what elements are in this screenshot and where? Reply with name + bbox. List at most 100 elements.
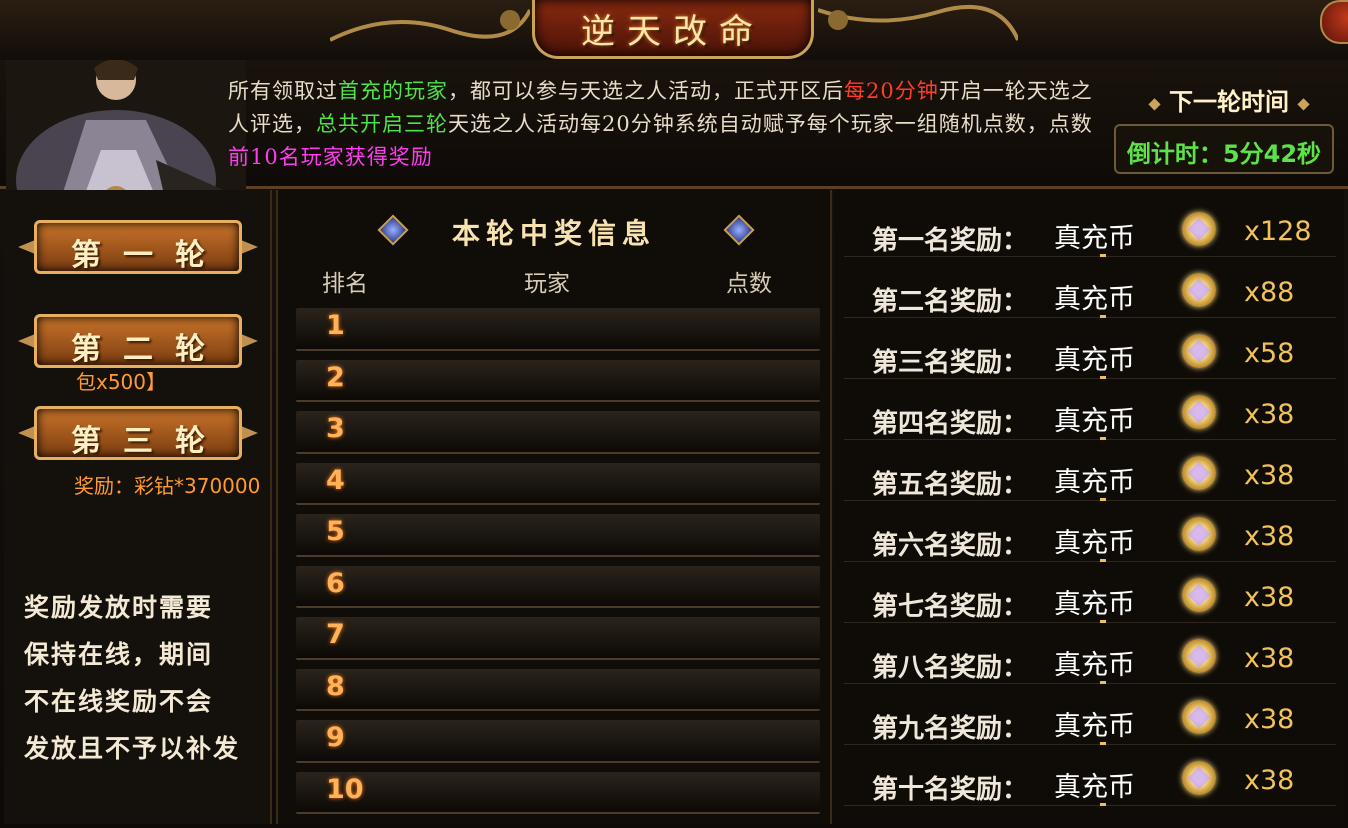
coin-icon[interactable] [1182, 273, 1216, 307]
reward-rank-label: 第一名奖励： [872, 226, 1029, 256]
ranking-row: 8 [296, 665, 820, 717]
reward-quantity: x38 [1244, 460, 1295, 491]
row-background [296, 462, 820, 505]
reward-row: 第十名奖励： 真充币 x38 [844, 745, 1336, 806]
reward-row: 第三名奖励： 真充币 x58 [844, 318, 1336, 379]
event-window: 逆天改命 所有领取过首充的玩家，都可以参与天选之人活动，正式开区后每20分钟开启… [0, 0, 1348, 828]
reward-quantity: x38 [1244, 399, 1295, 430]
rank-number: 10 [326, 773, 364, 805]
row-background [296, 359, 820, 402]
reward-quantity: x38 [1244, 765, 1295, 796]
reward-row: 第八名奖励： 真充币 x38 [844, 623, 1336, 684]
close-button[interactable] [1320, 0, 1348, 44]
round-3-button[interactable]: 第三轮 [18, 400, 258, 466]
reward-item-name: 真充币 [1054, 467, 1135, 498]
overflow-text: 包x500】 [76, 370, 167, 394]
row-background [296, 720, 820, 763]
notice-text: 奖励发放时需要 保持在线，期间 不在线奖励不会 发放且不予以补发 [24, 584, 264, 772]
notice-line: 不在线奖励不会 [24, 687, 214, 716]
reward-item-name: 真充币 [1054, 345, 1135, 376]
reward-row: 第六名奖励： 真充币 x38 [844, 501, 1336, 562]
right-ornament-icon [818, 4, 1018, 41]
window-title: 逆天改命 [581, 12, 765, 52]
rank-number: 6 [326, 567, 345, 599]
rank-number: 4 [326, 464, 345, 496]
reward-rank-label: 第六名奖励： [872, 531, 1029, 561]
reward-row: 第二名奖励： 真充币 x88 [844, 257, 1336, 318]
rank-number: 2 [326, 361, 345, 393]
ranking-row: 4 [296, 459, 820, 511]
rank-number: 7 [326, 619, 345, 650]
coin-icon[interactable] [1182, 456, 1216, 490]
ranking-row: 7 [296, 613, 820, 665]
description-segment: 每20分钟 [844, 79, 939, 103]
rank-number: 1 [326, 310, 345, 341]
coin-icon[interactable] [1182, 212, 1216, 246]
column-player: 玩家 [524, 271, 570, 297]
reward-quantity: x38 [1244, 582, 1295, 613]
diamond-icon: ◆ [1297, 93, 1310, 113]
reward-quantity: x38 [1244, 704, 1295, 735]
left-ornament-icon [330, 9, 530, 42]
column-rank: 排名 [322, 271, 368, 297]
reward-item-name: 真充币 [1054, 711, 1135, 742]
notice-line: 奖励发放时需要 [24, 593, 214, 622]
overflow-text: 奖励：彩钻*370000 [74, 474, 261, 498]
rewards-panel: 第一名奖励： 真充币 x128 第二名奖励： 真充币 x88 第三名奖励： 真充币 x58 第四名… [834, 190, 1344, 824]
reward-rank-label: 第七名奖励： [872, 592, 1029, 622]
round-2-label: 第二轮 [71, 332, 227, 367]
rank-number: 5 [326, 516, 345, 547]
description-segment: 天选之人活动每20分钟系统自动赋予每个玩家一组随机点数，点数 [448, 112, 1093, 136]
description-segment: 所有领取过 [228, 79, 338, 103]
ranking-row: 1 [296, 304, 820, 356]
reward-item-name: 真充币 [1054, 223, 1135, 254]
reward-item-name: 真充币 [1054, 772, 1135, 803]
reward-quantity: x38 [1244, 521, 1295, 552]
row-background [296, 771, 820, 814]
reward-rank-label: 第三名奖励： [872, 348, 1029, 378]
row-background [296, 411, 820, 454]
column-points: 点数 [726, 271, 772, 297]
round-1-label: 第一轮 [71, 238, 227, 273]
coin-icon[interactable] [1182, 578, 1216, 612]
reward-row: 第四名奖励： 真充币 x38 [844, 379, 1336, 440]
reward-row: 第五名奖励： 真充币 x38 [844, 440, 1336, 501]
notice-line: 保持在线，期间 [24, 640, 214, 669]
reward-rank-label: 第九名奖励： [872, 714, 1029, 744]
ranking-row: 6 [296, 562, 820, 614]
diamond-icon: ◆ [1148, 93, 1161, 113]
coin-icon[interactable] [1182, 395, 1216, 429]
reward-item-name: 真充币 [1054, 589, 1135, 620]
reward-quantity: x128 [1244, 216, 1312, 247]
description-segment: ，都可以参与天选之人活动，正式开区后 [448, 79, 844, 103]
ranking-row: 5 [296, 510, 820, 562]
coin-icon[interactable] [1182, 517, 1216, 551]
rank-number: 8 [326, 670, 345, 702]
coin-icon[interactable] [1182, 761, 1216, 795]
ranking-row: 3 [296, 407, 820, 459]
reward-rank-label: 第二名奖励： [872, 287, 1029, 317]
ranking-row: 2 [296, 356, 820, 408]
row-background [296, 565, 820, 608]
description-segment: 总共开启三轮 [316, 112, 448, 136]
reward-quantity: x58 [1244, 338, 1295, 369]
ranking-panel: 本轮中奖信息 排名 玩家 点数 1 2 3 4 5 6 7 8 9 10 [276, 190, 832, 824]
reward-quantity: x88 [1244, 277, 1295, 308]
round-panel: 第一轮 第二轮 包x500】 第三轮 奖励：彩钻*370000 奖励发放时需要 … [4, 190, 272, 824]
coin-icon[interactable] [1182, 700, 1216, 734]
next-round-label: ◆ 下一轮时间 ◆ [1124, 82, 1334, 117]
row-background [296, 308, 820, 351]
row-background [296, 514, 820, 557]
divider-dot [1100, 803, 1106, 806]
rank-number: 3 [326, 413, 345, 444]
ranking-list: 1 2 3 4 5 6 7 8 9 10 [296, 304, 820, 819]
coin-icon[interactable] [1182, 334, 1216, 368]
coin-icon[interactable] [1182, 639, 1216, 673]
reward-row: 第一名奖励： 真充币 x128 [844, 196, 1336, 257]
reward-rank-label: 第十名奖励： [872, 775, 1029, 805]
reward-rank-label: 第四名奖励： [872, 409, 1029, 439]
row-background [296, 617, 820, 660]
reward-rank-label: 第五名奖励： [872, 470, 1029, 500]
round-2-button[interactable]: 第二轮 [18, 308, 258, 374]
round-1-button[interactable]: 第一轮 [18, 214, 258, 280]
